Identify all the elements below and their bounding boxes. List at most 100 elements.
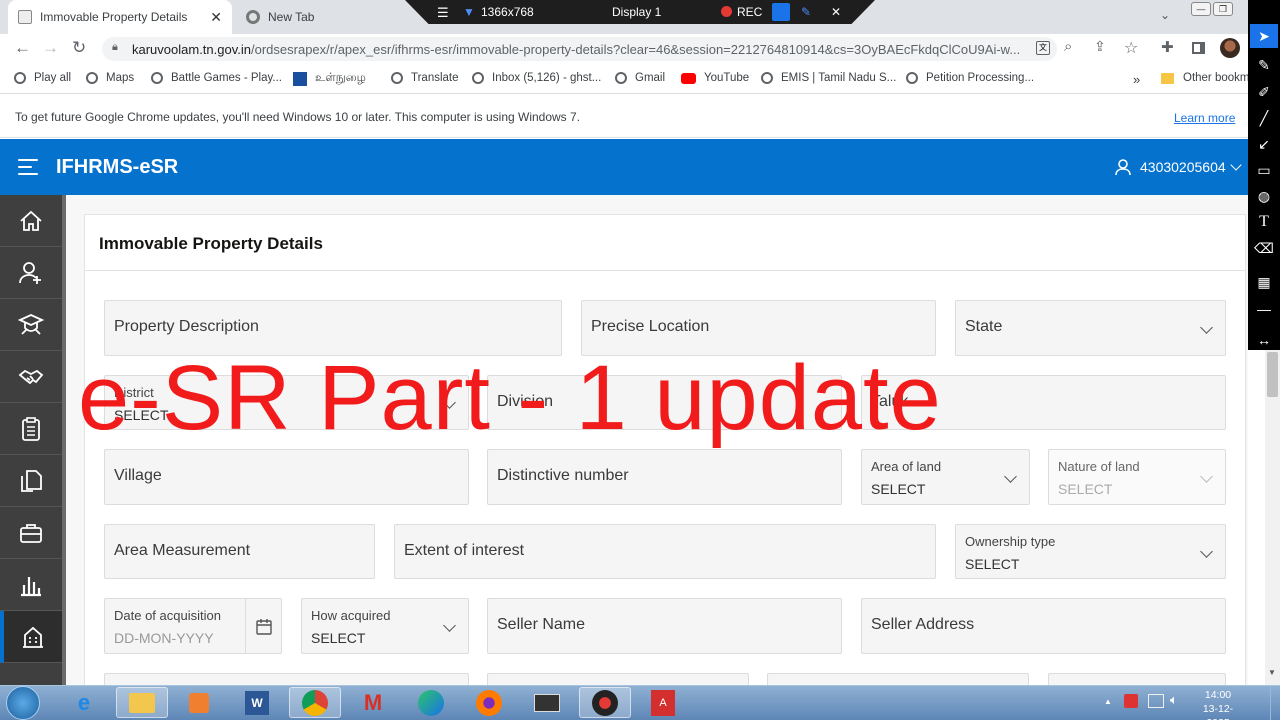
sidebar-item-reports[interactable] <box>0 559 62 611</box>
bookmarks-overflow-button[interactable]: » <box>1133 72 1140 87</box>
nature-of-land-select[interactable]: Nature of land SELECT <box>1048 449 1226 505</box>
user-menu[interactable]: 43030205604 <box>1114 158 1242 176</box>
stroke-width-icon[interactable]: — <box>1250 297 1278 321</box>
share-icon[interactable]: ⇪ <box>1094 38 1106 55</box>
pdf-icon: A <box>651 689 675 716</box>
village-field[interactable]: Village <box>104 449 469 505</box>
network-icon[interactable] <box>1148 694 1164 708</box>
briefcase-icon <box>20 523 42 543</box>
bookmark-inbox[interactable]: Inbox (5,126) - ghst... <box>472 72 601 84</box>
sidebar-item-user-add[interactable] <box>0 247 62 299</box>
taskbar-explorer[interactable] <box>116 687 168 718</box>
tab-new-tab[interactable]: New Tab <box>236 0 406 34</box>
line-tool-icon[interactable]: ╱ <box>1250 106 1278 130</box>
start-button[interactable] <box>6 686 40 720</box>
seller-address-field[interactable]: Seller Address <box>861 598 1226 654</box>
rectangle-tool-icon[interactable]: ▭ <box>1250 158 1278 182</box>
close-recorder-icon[interactable]: ✕ <box>831 5 841 19</box>
back-icon[interactable]: ← <box>14 38 31 58</box>
record-button[interactable]: REC <box>737 5 762 19</box>
bookmark-emis[interactable]: EMIS | Tamil Nadu S... <box>761 72 896 84</box>
taskbar-chrome[interactable] <box>289 687 341 718</box>
taskbar-ie[interactable]: e <box>58 687 110 718</box>
volume-icon[interactable]: 🔈︎ <box>1170 692 1178 708</box>
taskbar-recorder[interactable] <box>579 687 631 718</box>
spotlight-tool-icon[interactable]: ◍ <box>1250 184 1278 208</box>
page-scrollbar[interactable] <box>1265 350 1280 685</box>
eraser-tool-icon[interactable]: ⌫ <box>1250 236 1278 260</box>
sidebar-item-education[interactable] <box>0 299 62 351</box>
area-of-land-select[interactable]: Area of land SELECT <box>861 449 1030 505</box>
close-tab-icon[interactable]: ✕ <box>210 9 222 26</box>
menu-toggle-icon[interactable] <box>18 159 38 175</box>
calendar-icon[interactable] <box>255 618 273 636</box>
extent-of-interest-field[interactable]: Extent of interest <box>394 524 936 579</box>
bookmark-gmail[interactable]: Gmail <box>615 72 665 84</box>
tray-expand-icon[interactable]: ▲ <box>1104 697 1112 706</box>
distinctive-number-field[interactable]: Distinctive number <box>487 449 842 505</box>
bookmark-maps[interactable]: Maps <box>86 72 134 84</box>
taskbar-word[interactable]: W <box>231 687 283 718</box>
avatar[interactable] <box>1220 38 1240 58</box>
bookmark-star-icon[interactable]: ☆ <box>1124 38 1138 58</box>
tab-immovable-property[interactable]: Immovable Property Details ✕ <box>8 0 232 34</box>
pin-icon[interactable]: ▼ <box>463 5 475 19</box>
state-select[interactable]: State <box>955 300 1226 356</box>
side-panel-icon[interactable] <box>1192 42 1205 54</box>
pen-tool-icon[interactable]: ✎ <box>1250 53 1278 77</box>
taskbar-firefox[interactable] <box>463 687 515 718</box>
show-desktop-button[interactable] <box>1270 686 1280 720</box>
extensions-icon[interactable]: ✚ <box>1161 38 1174 56</box>
sidebar-item-documents[interactable] <box>0 455 62 507</box>
reload-icon[interactable]: ↻ <box>72 38 86 58</box>
sidebar-item-property[interactable] <box>0 611 62 663</box>
other-bookmarks[interactable]: Other bookm <box>1161 72 1249 84</box>
bookmark-youtube[interactable]: YouTube <box>681 72 749 84</box>
scroll-down-arrow-icon[interactable]: ▼ <box>1268 668 1276 677</box>
scrollbar-thumb[interactable] <box>1267 352 1278 397</box>
sidebar-item-agreements[interactable] <box>0 351 62 403</box>
tray-app-icon[interactable] <box>1124 694 1138 708</box>
bookmark-battle-games[interactable]: Battle Games - Play... <box>151 72 282 84</box>
taskbar-media-player[interactable] <box>173 687 225 718</box>
bookmark-play-all[interactable]: Play all <box>14 72 71 84</box>
how-acquired-select[interactable]: How acquired SELECT <box>301 598 469 654</box>
globe-icon <box>761 72 773 84</box>
text-tool-icon[interactable]: T <box>1250 210 1278 234</box>
minimize-icon[interactable]: — <box>1191 2 1211 16</box>
forward-icon[interactable]: → <box>42 38 59 58</box>
color-picker-icon[interactable]: ▦ <box>1250 270 1278 294</box>
url-input[interactable]: 🔒︎ karuvoolam.tn.gov.in/ordsesrapex/r/ap… <box>102 37 1057 61</box>
taskbar-pdf[interactable]: A <box>637 687 689 718</box>
marker-tool-icon[interactable]: ✐ <box>1250 80 1278 104</box>
system-clock[interactable]: 14:00 13-12-2025 <box>1193 688 1243 720</box>
zoom-icon[interactable]: ⌕ <box>1064 38 1072 55</box>
translate-icon[interactable]: 文 <box>1036 41 1050 55</box>
lock-icon[interactable]: 🔒︎ <box>112 41 118 54</box>
taskbar-gmail[interactable]: M <box>347 687 399 718</box>
bookmark-translate[interactable]: Translate <box>391 72 459 84</box>
recorder-display[interactable]: Display 1 <box>612 5 661 19</box>
collapse-toolbar-icon[interactable]: ↔ <box>1250 328 1278 352</box>
area-measurement-field[interactable]: Area Measurement <box>104 524 375 579</box>
taskbar-edge[interactable] <box>405 687 457 718</box>
tab-list-icon[interactable]: ⌄ <box>1160 8 1170 22</box>
bookmark-petition[interactable]: Petition Processing... <box>906 72 1034 84</box>
cursor-tool-icon[interactable]: ➤ <box>1250 24 1278 48</box>
sidebar-item-clipboard[interactable] <box>0 403 62 455</box>
field-label: Area of land <box>871 459 942 474</box>
maximize-icon[interactable]: ❐ <box>1213 2 1233 16</box>
menu-icon[interactable]: ☰ <box>437 5 449 21</box>
arrow-tool-icon[interactable]: ↙ <box>1250 132 1278 156</box>
seller-name-field[interactable]: Seller Name <box>487 598 842 654</box>
camera-icon[interactable] <box>772 3 790 21</box>
pen-icon[interactable]: ✎ <box>801 5 811 19</box>
date-of-acquisition-field[interactable]: Date of acquisition DD-MON-YYYY <box>104 598 282 654</box>
folder-icon <box>1161 72 1174 84</box>
bookmark-login[interactable]: உள்நுழை <box>293 72 366 86</box>
learn-more-link[interactable]: Learn more <box>1174 111 1235 125</box>
sidebar-item-briefcase[interactable] <box>0 507 62 559</box>
taskbar-window[interactable] <box>521 687 573 718</box>
ownership-type-select[interactable]: Ownership type SELECT <box>955 524 1226 579</box>
sidebar-item-home[interactable] <box>0 195 62 247</box>
